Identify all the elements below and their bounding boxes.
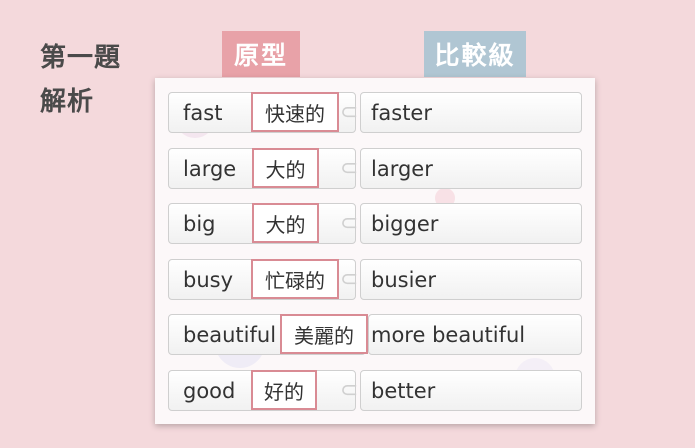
comparative-form-piece[interactable]: busier xyxy=(360,259,582,300)
page-title: 第一題 解析 xyxy=(40,36,121,124)
meaning-label: 大的 xyxy=(252,203,319,243)
puzzle-connector-icon: ⊂ xyxy=(340,211,359,236)
base-form-label: fast xyxy=(183,100,223,125)
meaning-label: 美麗的 xyxy=(280,314,368,354)
title-line-1: 第一題 xyxy=(40,43,122,73)
comparative-form-label: busier xyxy=(371,267,436,292)
matching-row-large: large 大的 ⊂ larger xyxy=(168,148,582,189)
comparative-form-piece[interactable]: faster xyxy=(360,92,582,133)
comparative-form-label: bigger xyxy=(371,211,439,236)
puzzle-connector-icon: ⊂ xyxy=(340,100,359,125)
comparative-form-piece[interactable]: bigger xyxy=(360,203,582,244)
comparative-form-piece[interactable]: larger xyxy=(360,148,582,189)
meaning-label: 大的 xyxy=(252,148,319,188)
comparative-form-tag: 比較級 xyxy=(424,31,526,77)
base-form-label: busy xyxy=(183,267,234,292)
meaning-label: 快速的 xyxy=(251,92,339,132)
puzzle-connector-icon: ⊂ xyxy=(340,378,359,403)
comparative-form-label: faster xyxy=(371,100,432,125)
meaning-label: 忙碌的 xyxy=(251,259,339,299)
matching-row-fast: fast 快速的 ⊂ faster xyxy=(168,92,582,133)
comparative-form-label: better xyxy=(371,378,436,403)
original-form-tag: 原型 xyxy=(222,31,300,77)
base-form-label: large xyxy=(183,156,237,181)
puzzle-connector-icon: ⊂ xyxy=(340,156,359,181)
matching-row-good: good 好的 ⊂ better xyxy=(168,370,582,411)
comparative-form-piece[interactable]: better xyxy=(360,370,582,411)
meaning-label: 好的 xyxy=(251,370,317,410)
matching-row-big: big 大的 ⊂ bigger xyxy=(168,203,582,244)
base-form-label: big xyxy=(183,211,216,236)
puzzle-connector-icon: ⊂ xyxy=(340,267,359,292)
title-line-2: 解析 xyxy=(40,87,95,117)
puzzle-card: fast 快速的 ⊂ faster large 大的 ⊂ larger big … xyxy=(155,78,595,424)
comparative-form-label: more beautiful xyxy=(371,322,526,347)
comparative-form-piece[interactable]: more beautiful xyxy=(368,314,582,355)
comparative-form-label: larger xyxy=(371,156,433,181)
matching-row-beautiful: beautiful 美麗的 more beautiful xyxy=(168,314,582,355)
base-form-label: beautiful xyxy=(183,322,277,347)
base-form-label: good xyxy=(183,378,236,403)
matching-row-busy: busy 忙碌的 ⊂ busier xyxy=(168,259,582,300)
